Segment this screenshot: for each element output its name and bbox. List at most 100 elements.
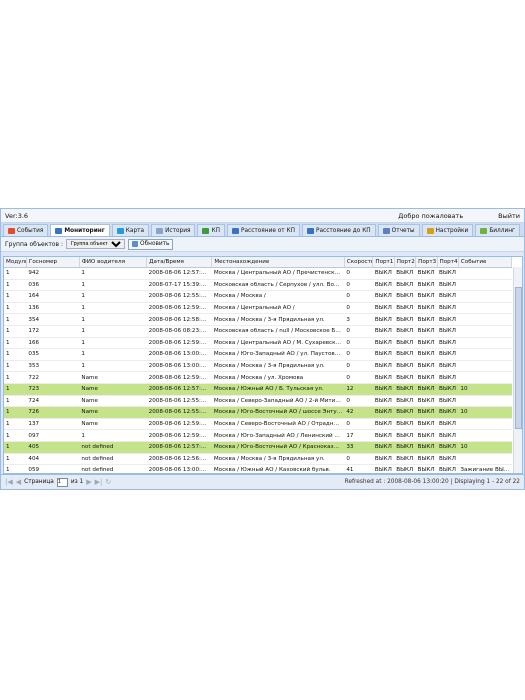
prev-page-icon[interactable]: ◀ (16, 478, 21, 486)
table-cell: 2008-08-06 12:59:59.66 (146, 302, 212, 315)
table-row[interactable]: 1 097 1 2008-08-06 12:59:34.75 Москва / Юго-… (4, 429, 512, 442)
tab-label: Отчеты (391, 227, 415, 234)
table-cell: ВЫКЛ (394, 441, 416, 454)
column-header[interactable]: Скорость (344, 257, 374, 268)
tab-events[interactable]: События (3, 224, 49, 236)
column-header[interactable]: ФИО водителя (79, 257, 148, 268)
tab-reports[interactable]: Отчеты (377, 224, 420, 236)
logout-link[interactable]: Выйти (498, 212, 520, 220)
toolbar: Группа объектов : Группа объект Обновить (1, 237, 524, 252)
table-row[interactable]: 1 354 1 2008-08-06 12:58:21.89 Москва / Моск… (4, 313, 512, 326)
table-cell: 723 (26, 383, 80, 396)
refresh-button[interactable]: Обновить (128, 238, 174, 250)
table-cell: ВЫКЛ (394, 383, 416, 396)
tab-monitoring[interactable]: Мониторинг (50, 224, 110, 236)
table-row[interactable]: 1 726 Name 2008-08-06 12:55:33.92 Москва / Ю… (4, 406, 512, 419)
scrollbar-thumb[interactable] (515, 287, 522, 429)
tab-kp[interactable]: КП (197, 224, 225, 236)
settings-icon (426, 227, 434, 234)
table-cell: ВЫКЛ (394, 267, 416, 280)
table-cell: Name (79, 395, 147, 408)
column-header[interactable]: Порт1 (372, 257, 395, 268)
column-header[interactable]: Порт4 (437, 257, 459, 268)
tab-distance-from[interactable]: Расстояние от КП (226, 224, 300, 236)
table-cell: Москва / Москва / 3-я Прядильная ул. (211, 360, 345, 373)
column-header[interactable]: Порт3 (415, 257, 438, 268)
table-cell: ВЫКЛ (372, 464, 395, 473)
table-cell: Зажигание ВЫКЛ (458, 464, 512, 473)
table-cell: ВЫКЛ (394, 395, 416, 408)
column-header[interactable]: Порт2 (394, 257, 417, 268)
table-row[interactable]: 1 036 1 2008-07-17 15:39:59.48 Московская об… (4, 279, 512, 292)
tab-distance-to[interactable]: Расстояние до КП (302, 224, 376, 236)
table-row[interactable]: 1 404 not defined 2008-08-06 12:56:22.64 Мос… (4, 453, 512, 466)
table-cell: 1 (4, 325, 27, 338)
table-row[interactable]: 1 405 not defined 2008-08-06 12:57:46.16 Мос… (4, 441, 512, 454)
tab-history[interactable]: История (151, 224, 196, 236)
group-select[interactable]: Группа объект (66, 239, 126, 249)
table-cell: ВЫКЛ (372, 441, 395, 454)
table-cell: ВЫКЛ (437, 313, 459, 326)
table-row[interactable]: 1 166 1 2008-08-06 12:59:35.93 Москва / Цент… (4, 337, 512, 350)
map-icon (116, 227, 124, 234)
table-cell: 1 (79, 348, 147, 361)
table-cell: 42 (344, 406, 373, 419)
table-cell: ВЫКЛ (372, 325, 395, 338)
tab-billing[interactable]: Биллинг (475, 224, 521, 236)
table-body: 1 942 1 2008-08-06 12:57:24.89 Москва / Цент… (4, 267, 512, 473)
table-row[interactable]: 1 724 Name 2008-08-06 12:55:34.61 Москва / С… (4, 395, 512, 408)
table-cell: 1 (79, 337, 147, 350)
table-row[interactable]: 1 723 Name 2008-08-06 12:57:38.91 Москва / Ю… (4, 383, 512, 396)
distance-from-icon (231, 227, 239, 234)
refresh-page-icon[interactable]: ↻ (105, 478, 111, 486)
column-header[interactable]: Событие (458, 257, 513, 268)
page-input[interactable] (56, 477, 68, 487)
column-header[interactable]: Госномер (26, 257, 80, 268)
column-header[interactable]: Местонахождение (211, 257, 345, 268)
vertical-scrollbar[interactable] (513, 267, 522, 473)
table-cell: ВЫКЛ (415, 337, 438, 350)
table-row[interactable]: 1 059 not defined 2008-08-06 13:00:08.34 Мос… (4, 464, 512, 473)
table-row[interactable]: 1 353 1 2008-08-06 13:00:16.90 Москва / Моск… (4, 360, 512, 373)
table-cell: ВЫКЛ (372, 406, 395, 419)
table-cell: 1 (79, 360, 147, 373)
column-header[interactable]: Дата/Время (146, 257, 213, 268)
table-cell: 724 (26, 395, 80, 408)
column-header[interactable]: Модуль (4, 257, 27, 268)
table-cell: 2008-08-06 12:57:38.91 (146, 383, 212, 396)
next-page-icon[interactable]: ▶ (86, 478, 91, 486)
table-cell: 1 (4, 441, 27, 454)
table-cell: 1 (4, 360, 27, 373)
table-cell: 0 (344, 290, 373, 303)
table-cell: ВЫКЛ (437, 360, 459, 373)
first-page-icon[interactable]: |◀ (5, 478, 13, 486)
table-row[interactable]: 1 722 Name 2008-08-06 12:59:32.65 Москва / М… (4, 371, 512, 384)
table-cell: 2008-08-06 12:56:22.64 (146, 453, 212, 466)
top-bar: Ver:3.6 Добро пожаловать Выйти (1, 209, 524, 223)
table-row[interactable]: 1 137 Name 2008-08-06 12:59:56.86 Москва / С… (4, 418, 512, 431)
tab-label: Карта (125, 227, 145, 234)
table-cell: ВЫКЛ (394, 313, 416, 326)
table-cell: ВЫКЛ (437, 302, 459, 315)
table-row[interactable]: 1 035 1 2008-08-06 13:00:16.71 Москва / Юго-… (4, 348, 512, 361)
tab-settings[interactable]: Настройки (421, 224, 474, 236)
table-cell: ВЫКЛ (415, 302, 438, 315)
table-cell: 1 (4, 453, 27, 466)
last-page-icon[interactable]: ▶| (95, 478, 103, 486)
table-cell: ВЫКЛ (372, 279, 395, 292)
table-cell (458, 395, 512, 408)
tab-map[interactable]: Карта (111, 224, 150, 236)
table-cell: ВЫКЛ (372, 418, 395, 431)
table-cell: 1 (4, 464, 27, 473)
table-cell (458, 429, 512, 442)
table-cell (458, 348, 512, 361)
table-cell: Москва / Юго-Западный АО / ул. Паустовск… (211, 348, 345, 361)
table-row[interactable]: 1 136 1 2008-08-06 12:59:59.66 Москва / Цент… (4, 302, 512, 315)
table-row[interactable]: 1 942 1 2008-08-06 12:57:24.89 Москва / Цент… (4, 267, 512, 280)
table-cell (458, 313, 512, 326)
table-cell: ВЫКЛ (437, 279, 459, 292)
table-cell: ВЫКЛ (415, 406, 438, 419)
table-cell: 1 (4, 313, 27, 326)
table-row[interactable]: 1 164 1 2008-08-06 12:55:50.35 Москва / Моск… (4, 290, 512, 303)
table-row[interactable]: 1 172 1 2008-08-06 08:23:00.82 Московская об… (4, 325, 512, 338)
